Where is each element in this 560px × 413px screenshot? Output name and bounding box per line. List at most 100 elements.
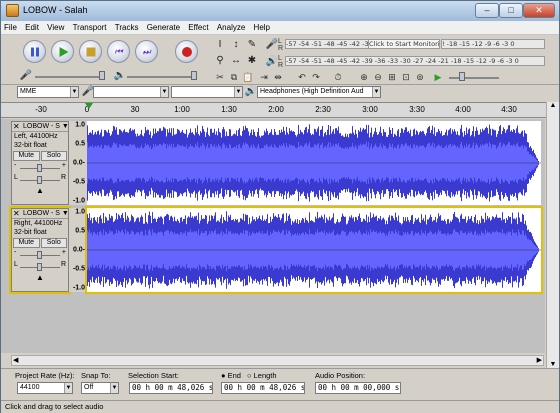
redo-icon[interactable]: ↷ xyxy=(309,70,323,83)
audio-host-select[interactable]: MME ▼ xyxy=(17,86,79,98)
pause-icon xyxy=(30,47,39,56)
copy-icon[interactable]: ⧉ xyxy=(227,70,241,83)
play-button[interactable] xyxy=(51,40,74,63)
mute-button[interactable]: Mute xyxy=(13,151,40,161)
playback-device-select[interactable]: Headphones (High Definition Aud ▼ xyxy=(257,86,381,98)
playback-device-value: Headphones (High Definition Aud xyxy=(260,88,364,95)
length-radio[interactable]: ○ Length xyxy=(247,371,277,380)
mute-button[interactable]: Mute xyxy=(13,238,40,248)
play-speed-slider[interactable] xyxy=(449,77,499,79)
track-control-panel[interactable]: ✕ LOBOW - S ▼ Right, 44100Hz 32-bit float… xyxy=(9,206,71,294)
audio-position-label: Audio Position: xyxy=(315,371,366,380)
menu-view[interactable]: View xyxy=(44,21,67,32)
zoom-in-icon[interactable]: ⊕ xyxy=(357,70,371,83)
speaker-volume-slider[interactable] xyxy=(127,76,197,78)
selection-end-field[interactable]: 00 h 00 m 48,026 s xyxy=(221,382,305,394)
project-rate-select[interactable]: 44100 ▼ xyxy=(17,382,73,394)
collapse-icon[interactable]: ▲ xyxy=(12,186,68,195)
tracks-panel[interactable]: ✕ LOBOW - S ▼ Left, 44100Hz 32-bit float … xyxy=(1,119,545,353)
skip-to-end-button[interactable]: ⏭ xyxy=(135,40,158,63)
trim-icon[interactable]: ⇥ xyxy=(257,70,271,83)
skip-to-start-button[interactable]: ⏮ xyxy=(107,40,130,63)
minimize-button[interactable]: – xyxy=(475,3,499,18)
recording-device-select[interactable]: ▼ xyxy=(93,86,169,98)
solo-button[interactable]: Solo xyxy=(40,238,67,248)
multi-tool-icon[interactable]: ✱ xyxy=(245,54,259,68)
record-meter[interactable]: -57 -54 -51 -48 -45 -42 -3 xyxy=(285,39,377,49)
chevron-down-icon: ▼ xyxy=(110,383,118,393)
stop-button[interactable] xyxy=(79,40,102,63)
selection-tool-icon[interactable]: I xyxy=(213,38,227,52)
track-name-menu[interactable]: ✕ LOBOW - S ▼ xyxy=(12,122,69,132)
recording-channels-select[interactable]: ▼ xyxy=(171,86,243,98)
y-label: -0.5 xyxy=(72,178,85,186)
track-control-panel[interactable]: ✕ LOBOW - S ▼ Left, 44100Hz 32-bit float … xyxy=(11,121,69,205)
cut-icon[interactable]: ✂ xyxy=(213,70,227,83)
audio-position-field[interactable]: 00 h 00 m 00,000 s xyxy=(315,382,401,394)
collapse-icon[interactable]: ▲ xyxy=(12,273,68,282)
microphone-icon[interactable]: 🎤 xyxy=(265,38,279,52)
y-label: -1.0 xyxy=(72,284,85,292)
zoom-tool-icon[interactable]: ⚲ xyxy=(213,54,227,68)
draw-tool-icon[interactable]: ✎ xyxy=(245,38,259,52)
scroll-down-icon[interactable]: ▼ xyxy=(547,361,559,368)
play-meter-channel-labels: LR xyxy=(278,55,284,69)
speaker-volume-thumb[interactable] xyxy=(191,71,197,80)
pause-button[interactable] xyxy=(23,40,46,63)
scroll-left-icon[interactable]: ◀ xyxy=(13,356,18,364)
speaker-icon[interactable]: 🔊 xyxy=(265,55,279,69)
paste-icon[interactable]: 📋 xyxy=(241,70,255,83)
playback-meter[interactable]: -57 -54 -51 -48 -45 -42 -39 -36 -33 -30 … xyxy=(285,56,545,66)
y-label: 0.0- xyxy=(72,159,85,167)
minus-icon: - xyxy=(14,249,17,256)
snap-to-select[interactable]: Off ▼ xyxy=(81,382,119,394)
pan-slider[interactable]: LR xyxy=(12,174,68,186)
close-button[interactable]: ✕ xyxy=(523,3,555,18)
undo-icon[interactable]: ↶ xyxy=(295,70,309,83)
waveform-left[interactable] xyxy=(87,121,541,205)
envelope-tool-icon[interactable]: ↕ xyxy=(229,38,243,52)
play-speed-thumb[interactable] xyxy=(459,72,465,81)
gain-slider[interactable]: - + xyxy=(12,162,68,174)
menu-tracks[interactable]: Tracks xyxy=(112,21,142,32)
vertical-scrollbar[interactable]: ▲ ▼ xyxy=(546,102,559,368)
mic-volume-thumb[interactable] xyxy=(99,71,105,80)
track-name-menu[interactable]: ✕ LOBOW - S ▼ xyxy=(12,209,69,219)
record-button[interactable] xyxy=(175,40,198,63)
silence-icon[interactable]: ⇹ xyxy=(271,70,285,83)
fit-selection-icon[interactable]: ⊞ xyxy=(385,70,399,83)
pan-left-label: L xyxy=(14,261,18,268)
zoom-toggle-icon[interactable]: ⊚ xyxy=(413,70,427,83)
menu-file[interactable]: File xyxy=(1,21,20,32)
waveform-right[interactable] xyxy=(85,206,543,294)
close-track-icon[interactable]: ✕ xyxy=(13,209,21,218)
scroll-up-icon[interactable]: ▲ xyxy=(547,102,559,109)
ruler-label: -30 xyxy=(35,105,47,114)
track-format: 32-bit float xyxy=(14,142,47,149)
solo-button[interactable]: Solo xyxy=(40,151,67,161)
skip-start-icon: ⏮ xyxy=(114,46,123,56)
menu-generate[interactable]: Generate xyxy=(144,21,183,32)
timeline-ruler[interactable]: -30 0 30 1:00 1:30 2:00 2:30 3:00 3:30 4… xyxy=(1,102,559,118)
end-radio[interactable]: ● End xyxy=(221,371,241,380)
title-bar[interactable]: LOBOW - Salah – □ ✕ xyxy=(1,1,559,21)
monitor-prompt[interactable]: Click to Start Monitoring xyxy=(368,39,440,49)
menu-analyze[interactable]: Analyze xyxy=(214,21,248,32)
pan-slider[interactable]: LR xyxy=(12,261,68,273)
mic-volume-slider[interactable] xyxy=(35,76,105,78)
scroll-right-icon[interactable]: ▶ xyxy=(537,356,542,364)
menu-transport[interactable]: Transport xyxy=(70,21,110,32)
gain-slider[interactable]: - + xyxy=(12,249,68,261)
menu-help[interactable]: Help xyxy=(251,21,273,32)
horizontal-scrollbar[interactable]: ◀ ▶ xyxy=(11,355,544,366)
play-at-speed-icon[interactable]: ▶ xyxy=(431,70,445,83)
selection-start-field[interactable]: 00 h 00 m 48,026 s xyxy=(129,382,213,394)
menu-edit[interactable]: Edit xyxy=(22,21,42,32)
sync-lock-icon[interactable]: ⏱ xyxy=(331,70,345,83)
maximize-button[interactable]: □ xyxy=(499,3,523,18)
timeshift-tool-icon[interactable]: ↔ xyxy=(229,54,243,68)
fit-project-icon[interactable]: ⊡ xyxy=(399,70,413,83)
menu-effect[interactable]: Effect xyxy=(185,21,211,32)
close-track-icon[interactable]: ✕ xyxy=(13,122,21,131)
zoom-out-icon[interactable]: ⊖ xyxy=(371,70,385,83)
